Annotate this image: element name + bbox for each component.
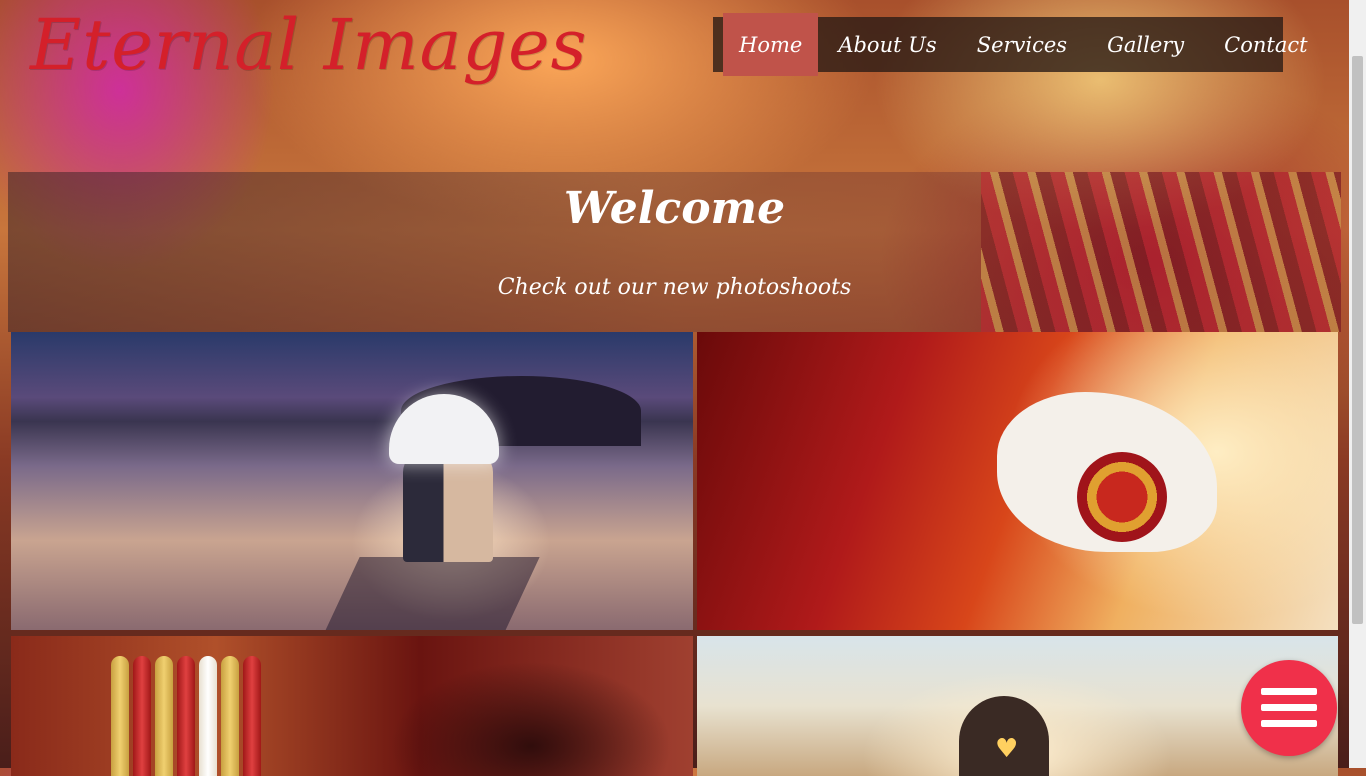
photo-bangle (111, 656, 129, 776)
photo-shadow (322, 557, 540, 630)
nav-item-about-us[interactable]: About Us (818, 17, 956, 72)
floating-menu-button[interactable] (1241, 660, 1337, 756)
photo-couple (403, 452, 493, 562)
welcome-subtitle: Check out our new photoshoots (497, 275, 852, 300)
photo-bangle (243, 656, 261, 776)
photo-knot (1077, 452, 1167, 542)
nav-item-home[interactable]: Home (723, 13, 819, 76)
photo-bangle (199, 656, 217, 776)
gallery-photo-beach-umbrella-couple[interactable] (11, 332, 693, 630)
welcome-title: Welcome (563, 183, 786, 234)
welcome-panel: Welcome Check out our new photoshoots (8, 172, 1341, 332)
nav-item-contact[interactable]: Contact (1204, 17, 1327, 72)
gallery-photo-bridal-bangles[interactable] (11, 636, 693, 776)
page-scrollbar[interactable] (1349, 0, 1366, 768)
heart-icon: ♥ (995, 734, 1019, 764)
nav-item-gallery[interactable]: Gallery (1087, 17, 1204, 72)
site-logo[interactable]: Eternal Images (30, 2, 587, 92)
nav-item-services[interactable]: Services (957, 17, 1087, 72)
photo-bangle (133, 656, 151, 776)
photo-bangle (155, 656, 173, 776)
photo-bangle (177, 656, 195, 776)
main-nav: Home About Us Services Gallery Contact (713, 13, 1308, 76)
photo-bangle (221, 656, 239, 776)
scrollbar-thumb[interactable] (1352, 56, 1363, 624)
gallery-photo-wedding-knot[interactable] (697, 332, 1338, 630)
